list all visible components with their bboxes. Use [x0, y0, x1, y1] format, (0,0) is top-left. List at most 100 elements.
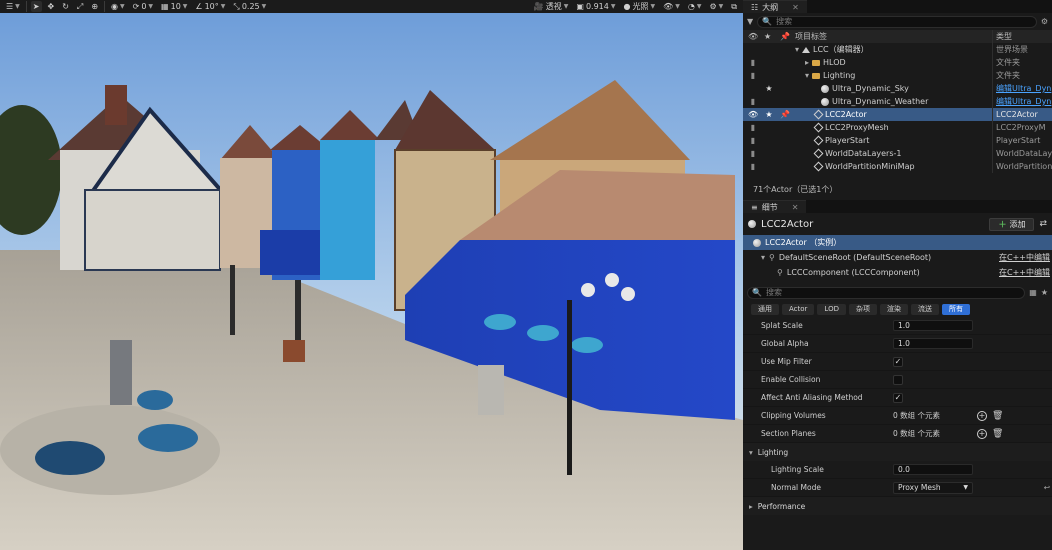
filter-rendering[interactable]: 渲染: [879, 303, 908, 315]
angle-snap-button[interactable]: ∠ 10° ▼: [193, 1, 227, 12]
visibility-icon[interactable]: ▮: [748, 71, 758, 80]
component-row-instance[interactable]: LCC2Actor （实例）: [743, 235, 1052, 250]
star-header-icon: ★: [764, 32, 772, 41]
details-tab-label: 细节: [761, 202, 778, 212]
settings-icon[interactable]: ⚙: [1041, 17, 1048, 26]
visibility-icon[interactable]: ▮: [748, 123, 758, 132]
perspective-button[interactable]: 🎥 透视 ▼: [532, 1, 571, 12]
performance-icon[interactable]: ◔ ▼: [686, 1, 704, 12]
filter-streaming[interactable]: 流送: [910, 303, 939, 315]
camera-speed-value: 0.914: [585, 2, 609, 11]
lit-mode-button[interactable]: ● 光照 ▼: [621, 1, 657, 12]
component-row-root[interactable]: ▾ ⚲ DefaultSceneRoot (DefaultSceneRoot) …: [743, 250, 1052, 265]
show-flags-icon[interactable]: 👁 ▼: [661, 1, 682, 12]
tab-outliner[interactable]: ☷ 大纲 ✕: [743, 0, 807, 13]
outliner-row-minimap[interactable]: ▮ WorldPartitionMiniMap WorldPartition: [743, 160, 1052, 173]
outliner-row-weather[interactable]: ▮ Ultra_Dynamic_Weather 编辑Ultra_Dyn: [743, 95, 1052, 108]
translate-mode-icon[interactable]: ✥: [46, 1, 57, 12]
star-icon[interactable]: ★: [764, 110, 774, 119]
tab-details[interactable]: ≡ 细节 ✕: [743, 200, 807, 213]
actor-icon: [813, 135, 824, 146]
grid-snap-button[interactable]: ▦ 10 ▼: [159, 1, 189, 12]
rotate-snap-button[interactable]: ⟳ 0 ▼: [131, 1, 155, 12]
outliner-row-world[interactable]: ▾ LCC（编辑器） 世界场景: [743, 43, 1052, 56]
edit-in-cpp-link[interactable]: 在C++中编辑: [999, 267, 1050, 278]
filter-icon[interactable]: ▼: [747, 17, 753, 26]
aa-checkbox[interactable]: ✓: [893, 392, 903, 403]
filter-actor[interactable]: Actor: [782, 303, 815, 315]
column-label-header[interactable]: 项目标签: [795, 31, 827, 42]
rotate-mode-icon[interactable]: ↻: [60, 1, 71, 12]
settings-icon[interactable]: ⚙ ▼: [707, 1, 725, 12]
details-search-input[interactable]: 🔍 搜索: [747, 286, 1026, 299]
filter-all[interactable]: 所有: [941, 303, 970, 315]
outliner-row-datalayers[interactable]: ▮ WorldDataLayers-1 WorldDataLay: [743, 147, 1052, 160]
category-lighting[interactable]: ▾ Lighting: [743, 443, 1052, 461]
collapse-arrow-icon[interactable]: ▾: [805, 71, 809, 80]
mip-filter-checkbox[interactable]: ✓: [893, 356, 903, 367]
viewport-menu-icon[interactable]: ☰ ▼: [4, 1, 22, 12]
category-performance[interactable]: ▸ Performance: [743, 497, 1052, 515]
reset-arrow-icon[interactable]: ↩: [1044, 483, 1050, 492]
collapse-arrow-icon[interactable]: ▾: [795, 45, 799, 54]
filter-general[interactable]: 通用: [751, 303, 779, 315]
clipping-count: 0 数组 个元素: [893, 411, 941, 420]
star-icon[interactable]: ★: [764, 84, 774, 93]
actor-name-label[interactable]: LCC2Actor: [761, 219, 813, 230]
outliner-row-lighting[interactable]: ▮ ▾ Lighting 文件夹: [743, 69, 1052, 82]
outliner-row-type-link[interactable]: 编辑Ultra_Dyn: [996, 83, 1052, 94]
expand-arrow-icon[interactable]: ▸: [805, 58, 809, 67]
add-element-icon[interactable]: +: [977, 428, 987, 439]
world-local-icon[interactable]: ⊕: [89, 1, 100, 12]
pin-header-icon: 📌: [780, 32, 790, 41]
outliner-row-proxymesh[interactable]: ▮ LCC2ProxyMesh LCC2ProxyM: [743, 121, 1052, 134]
world-icon: [802, 46, 811, 53]
surface-snap-icon[interactable]: ◉ ▼: [109, 1, 127, 12]
maximize-icon[interactable]: ⧉: [729, 1, 739, 12]
mesh-icon: [821, 84, 829, 93]
global-alpha-input[interactable]: 1.0: [893, 338, 973, 349]
outliner-search-input[interactable]: 🔍 搜索: [757, 15, 1037, 28]
close-icon[interactable]: ✕: [792, 203, 799, 212]
outliner-row-hlod[interactable]: ▮ ▸ HLOD 文件夹: [743, 56, 1052, 69]
trash-icon[interactable]: 🗑: [992, 429, 1003, 439]
grid-view-icon[interactable]: ▦: [1029, 288, 1037, 297]
filter-lod[interactable]: LOD: [817, 303, 846, 315]
blueprint-icon[interactable]: ⇄: [1039, 219, 1047, 229]
category-label: Performance: [757, 501, 806, 511]
close-icon[interactable]: ✕: [792, 3, 799, 12]
prop-label: Use Mip Filter: [761, 357, 812, 366]
column-type-header[interactable]: 类型: [996, 31, 1012, 42]
level-viewport[interactable]: ☰ ▼ ➤ ✥ ↻ ⤢ ⊕ ◉ ▼ ⟳ 0 ▼ ▦ 10 ▼ ∠ 10° ▼ ⤡ 0.…: [0, 0, 743, 550]
visibility-icon[interactable]: ▮: [748, 97, 758, 106]
normal-mode-select[interactable]: Proxy Mesh ▼: [893, 481, 973, 494]
camera-speed-button[interactable]: ▣ 0.914 ▼: [574, 1, 617, 12]
visibility-icon[interactable]: ▮: [748, 149, 758, 158]
filter-misc[interactable]: 杂项: [848, 303, 877, 315]
scale-mode-icon[interactable]: ⤢: [75, 1, 85, 12]
trash-icon[interactable]: 🗑: [992, 411, 1003, 421]
outliner-row-type-link[interactable]: 编辑Ultra_Dyn: [996, 96, 1052, 107]
splat-scale-input[interactable]: 1.0: [893, 320, 973, 331]
visibility-icon[interactable]: ▮: [748, 58, 758, 67]
scale-snap-button[interactable]: ⤡ 0.25 ▼: [231, 1, 268, 12]
edit-in-cpp-link[interactable]: 在C++中编辑: [999, 252, 1050, 263]
component-row-lcc[interactable]: ⚲ LCCComponent (LCCComponent) 在C++中编辑: [743, 265, 1052, 280]
lighting-scale-input[interactable]: 0.0: [893, 464, 973, 475]
visibility-icon[interactable]: 👁: [748, 110, 758, 119]
outliner-row-lcc2actor[interactable]: 👁 ★ 📌 LCC2Actor LCC2Actor: [743, 108, 1052, 121]
add-component-button[interactable]: ＋ 添加: [989, 217, 1035, 231]
actor-mesh-icon: [753, 238, 761, 247]
outliner-row-sky[interactable]: ★ Ultra_Dynamic_Sky 编辑Ultra_Dyn: [743, 82, 1052, 95]
collision-checkbox[interactable]: [893, 374, 903, 385]
select-mode-icon[interactable]: ➤: [30, 1, 42, 12]
visibility-icon[interactable]: ▮: [748, 136, 758, 145]
add-element-icon[interactable]: +: [977, 410, 987, 421]
folder-icon: [812, 59, 821, 66]
outliner-row-playerstart[interactable]: ▮ PlayerStart PlayerStart: [743, 134, 1052, 147]
pin-icon[interactable]: 📌: [780, 110, 790, 119]
grid-snap-value: 10: [170, 2, 181, 11]
collapse-arrow-icon[interactable]: ▾: [761, 253, 765, 262]
visibility-icon[interactable]: ▮: [748, 162, 758, 171]
star-icon[interactable]: ★: [1041, 288, 1048, 297]
